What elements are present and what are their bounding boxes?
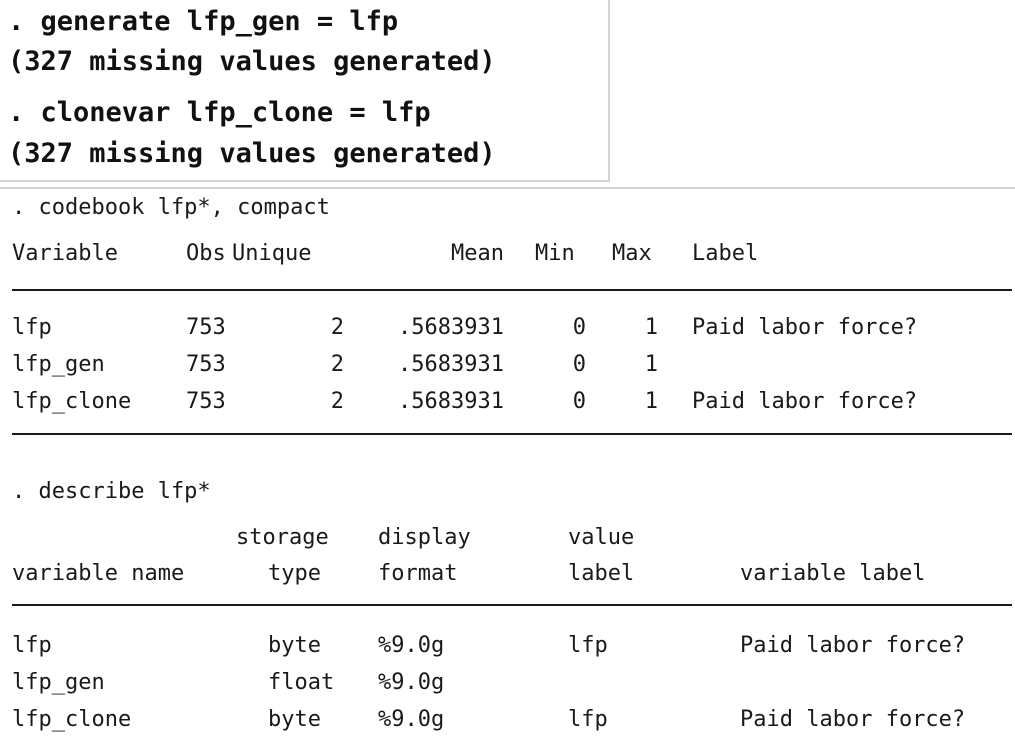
row-name: lfp_clone [12, 707, 132, 732]
describe-command: . describe lfp* [12, 479, 211, 504]
generate-result: (327 missing values generated) [8, 46, 496, 77]
row-variable: lfp_gen [12, 352, 105, 377]
row-value-label: lfp [568, 633, 608, 658]
row-unique: 2 [330, 315, 344, 340]
row-label: Paid labor force? [692, 389, 918, 414]
col-format-header: format [378, 561, 458, 586]
row-name: lfp [12, 633, 52, 658]
col-min-header: Min [535, 241, 575, 266]
col-storage-header: storage [236, 525, 329, 550]
row-value-label: lfp [568, 707, 608, 732]
col-display-header: display [378, 525, 471, 550]
row-unique: 2 [330, 352, 344, 377]
row-max: 1 [644, 389, 658, 414]
row-mean: .5683931 [398, 352, 504, 377]
col-mean-header: Mean [451, 241, 504, 266]
row-type: float [268, 670, 335, 695]
row-variable: lfp_clone [12, 389, 132, 414]
row-obs: 753 [186, 389, 226, 414]
row-label: Paid labor force? [692, 315, 918, 340]
row-obs: 753 [186, 352, 226, 377]
row-variable: lfp [12, 315, 52, 340]
row-min: 0 [572, 389, 586, 414]
col-obs-header: Obs [186, 241, 226, 266]
col-variable-name-header: variable name [12, 561, 185, 586]
col-unique-header: Unique [232, 241, 312, 266]
row-mean: .5683931 [398, 389, 504, 414]
row-min: 0 [572, 352, 586, 377]
row-format: %9.0g [378, 633, 445, 658]
col-value-label-header: label [568, 561, 635, 586]
row-max: 1 [644, 315, 658, 340]
col-variable-header: Variable [12, 241, 118, 266]
col-max-header: Max [612, 241, 652, 266]
row-variable-label: Paid labor force? [740, 633, 966, 658]
col-label-header: Label [692, 241, 759, 266]
generate-command: . generate lfp_gen = lfp [8, 6, 399, 37]
col-value-header: value [568, 525, 635, 550]
row-unique: 2 [330, 389, 344, 414]
codebook-header-rule [12, 289, 1012, 291]
describe-header-rule [12, 604, 1012, 606]
clonevar-result: (327 missing values generated) [8, 138, 496, 169]
generate-output-panel: . generate lfp_gen = lfp (327 missing va… [0, 0, 610, 182]
codebook-bottom-rule [12, 433, 1012, 435]
row-name: lfp_gen [12, 670, 105, 695]
codebook-command: . codebook lfp*, compact [12, 195, 330, 220]
row-type: byte [268, 707, 321, 732]
row-type: byte [268, 633, 321, 658]
row-obs: 753 [186, 315, 226, 340]
stata-output-panel: . codebook lfp*, compact Variable Obs Un… [0, 187, 1015, 754]
col-variable-label-header: variable label [740, 561, 926, 586]
row-format: %9.0g [378, 707, 445, 732]
clonevar-command: . clonevar lfp_clone = lfp [8, 97, 431, 128]
row-min: 0 [572, 315, 586, 340]
row-format: %9.0g [378, 670, 445, 695]
row-max: 1 [644, 352, 658, 377]
row-mean: .5683931 [398, 315, 504, 340]
row-variable-label: Paid labor force? [740, 707, 966, 732]
col-type-header: type [268, 561, 321, 586]
